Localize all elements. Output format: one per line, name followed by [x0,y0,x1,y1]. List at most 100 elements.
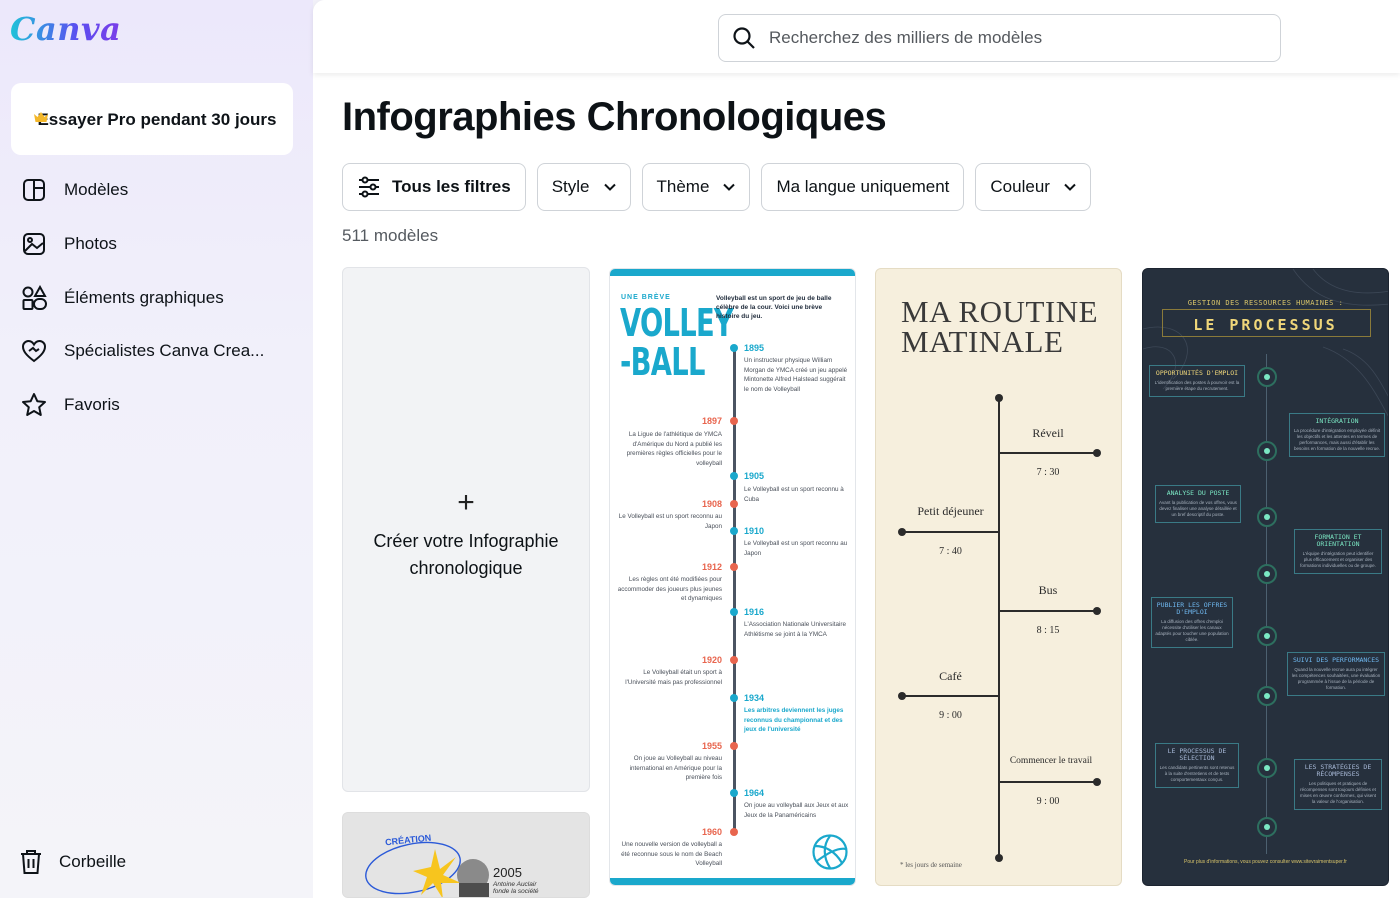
sidebar-item-templates[interactable]: Modèles [20,168,128,212]
timeline-dot [730,500,738,508]
event-year: 1912 [701,562,722,572]
timeline-dot [730,563,738,571]
process-step: PUBLIER LES OFFRES D'EMPLOI La diffusion… [1151,597,1233,648]
creation-year: 2005 [493,865,522,880]
process-step: INTÉGRATION La procédure d'intégration e… [1289,413,1385,457]
step-title: ANALYSE DU POSTE [1166,489,1230,497]
sidebar-item-label: Photos [64,234,117,253]
event-text: Le Volleyball est un sport reconnu au Ja… [618,513,722,530]
bottom-accent-bar [610,878,855,885]
routine-time: 9 : 00 [939,710,962,721]
color-filter-dropdown[interactable]: Couleur [975,163,1091,211]
template-thumbnail-volleyball[interactable]: UNE BRÈVE VOLLEY -BALL Volleyball est un… [609,268,856,886]
routine-note: * les jours de semaine [900,861,962,869]
top-bar [313,0,1400,73]
event-year: 1910 [744,526,765,536]
event-year: 1905 [744,471,765,481]
step-text: Les candidats pertinents sont retenus à … [1159,765,1235,782]
timeline-dot [730,344,738,352]
volley-kicker: UNE BRÈVE [621,294,671,301]
template-thumbnail-hr-process[interactable]: GESTION DES RESSOURCES HUMAINES : LE PRO… [1142,268,1389,886]
style-filter-label: Style [551,177,590,196]
routine-label: Petit déjeuner [917,504,984,518]
sidebar-item-label: Spécialistes Canva Crea... [64,341,265,360]
search-bar[interactable] [718,14,1281,62]
routine-label: Commencer le travail [1009,756,1093,766]
step-title: LE PROCESSUS DE SÉLECTION [1167,747,1227,762]
process-axis [1266,354,1267,854]
all-filters-button[interactable]: Tous les filtres [342,163,526,211]
timeline-node [1257,686,1277,706]
main-content: Infographies Chronologiques Tous les fil… [313,0,1400,898]
language-filter-label: Ma langue uniquement [776,177,950,196]
step-text: Avant la publication de vos offres, vous… [1159,500,1237,517]
step-title: OPPORTUNITÉS D'EMPLOI [1155,369,1239,377]
process-step: SUIVI DES PERFORMANCES Quand la nouvelle… [1287,652,1385,696]
search-icon [733,27,755,49]
timeline-dot [730,608,738,616]
create-blank-label: Créer votre Infographie chronologique [373,530,559,578]
theme-filter-label: Thème [656,177,710,196]
routine-time: 7 : 40 [939,546,962,557]
search-input[interactable] [769,28,1249,48]
theme-filter-dropdown[interactable]: Thème [641,163,751,211]
create-blank-card[interactable]: + Créer votre Infographie chronologique [342,267,590,792]
chevron-down-icon [723,183,736,191]
step-title: LES STRATÉGIES DE RÉCOMPENSES [1304,763,1372,778]
event-year: 1916 [744,607,765,617]
page-title: Infographies Chronologiques [342,95,887,139]
event-year: 1908 [701,499,722,509]
event-text: Le Volleyball est un sport reconnu au Ja… [744,540,848,557]
sidebar-item-elements[interactable]: Éléments graphiques [20,276,224,320]
routine-time: 7 : 30 [1036,467,1060,478]
canva-logo[interactable]: Canva [10,10,121,48]
timeline-node [995,394,1003,402]
routine-label: Café [939,669,962,683]
timeline-dot [730,527,738,535]
volleyball-icon [812,834,848,870]
timeline-node [898,528,906,536]
timeline-dot [730,417,738,425]
chevron-down-icon [603,183,616,191]
trash-label: Corbeille [59,852,127,871]
template-thumbnail-creation[interactable]: CRÉATION 2005 Antoine Auclair fonde la s… [342,812,590,898]
photo-icon [20,230,48,258]
timeline-node [898,692,906,700]
templates-icon [20,176,48,204]
volley-intro: Volleyball est un sport de jeu de balle … [716,295,832,320]
sidebar-item-favorites[interactable]: Favoris [20,383,120,427]
sidebar-item-label: Modèles [64,180,129,199]
results-count: 511 modèles [342,226,439,245]
heart-icon [20,337,48,365]
event-text: On joue au volleyball aux Jeux et aux Je… [744,802,849,819]
chevron-down-icon [1064,183,1076,191]
timeline-dot [730,742,738,750]
try-pro-label: Essayer Pro pendant 30 jours [37,109,277,129]
language-filter-button[interactable]: Ma langue uniquement [761,163,965,211]
step-text: La procédure d'intégration employée défi… [1293,428,1381,451]
branch-line [902,695,999,697]
event-text: Le Volleyball est un sport reconnu à Cub… [744,486,844,503]
creation-caption: Antoine Auclair fonde la société [493,881,539,895]
sidebar-item-creators[interactable]: Spécialistes Canva Crea... [20,329,264,373]
process-title: LE PROCESSUS [1193,316,1338,334]
timeline-node [1257,564,1277,584]
routine-time: 9 : 00 [1036,796,1060,807]
timeline-node [1257,626,1277,646]
style-filter-dropdown[interactable]: Style [536,163,631,211]
process-subtitle: GESTION DES RESSOURCES HUMAINES : [1187,299,1344,307]
try-pro-card[interactable]: Essayer Pro pendant 30 jours [11,83,293,155]
filter-bar: Tous les filtres Style Thème Ma langue u… [342,163,1091,211]
step-text: La diffusion des offres d'emploi nécessi… [1155,619,1229,642]
template-thumbnail-morning-routine[interactable]: MA ROUTINE MATINALE Réveil 7 : 30 Petit … [875,268,1122,886]
step-title: FORMATION ET ORIENTATION [1314,533,1362,548]
trash-icon [21,850,41,874]
branch-line [999,781,1097,783]
timeline-node [1257,367,1277,387]
event-text: Un instructeur physique William Morgan d… [744,357,848,393]
sidebar-item-photos[interactable]: Photos [20,222,117,266]
sidebar-item-trash[interactable]: Corbeille [18,848,126,876]
timeline-node [1093,607,1101,615]
step-title: PUBLIER LES OFFRES D'EMPLOI [1156,601,1228,616]
branch-line [999,610,1097,612]
